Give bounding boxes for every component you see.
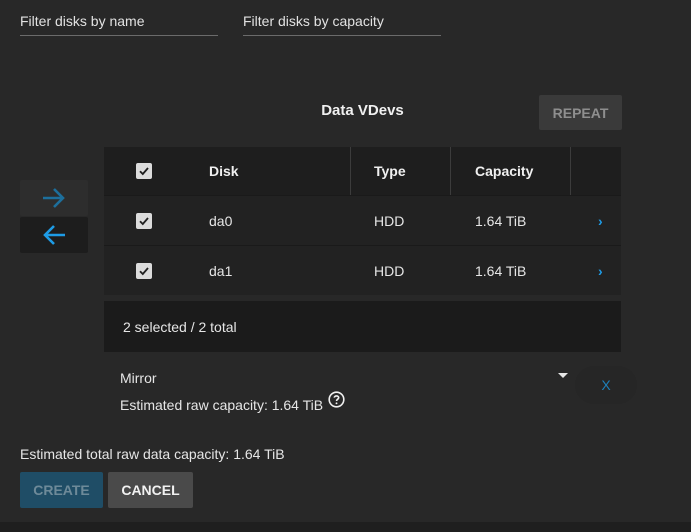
- column-header-type[interactable]: Type: [374, 147, 406, 195]
- estimated-raw-capacity: Estimated raw capacity: 1.64 TiB: [120, 397, 324, 413]
- chevron-right-icon[interactable]: ›: [598, 196, 603, 245]
- bottom-divider: [0, 522, 691, 532]
- column-divider: [570, 147, 571, 195]
- chevron-right-icon[interactable]: ›: [598, 246, 603, 295]
- select-all-checkbox[interactable]: [136, 147, 152, 195]
- table-row[interactable]: da0 HDD 1.64 TiB ›: [104, 195, 621, 245]
- disk-name: da0: [209, 212, 233, 229]
- arrow-left-icon: [43, 225, 65, 245]
- selection-summary: 2 selected / 2 total: [104, 301, 621, 352]
- filter-by-name-field[interactable]: [20, 8, 218, 36]
- column-divider: [450, 147, 451, 195]
- disk-capacity: 1.64 TiB: [475, 212, 527, 229]
- cancel-button[interactable]: CANCEL: [108, 472, 193, 508]
- move-left-button[interactable]: [20, 217, 88, 253]
- column-divider: [350, 147, 351, 195]
- disk-type: HDD: [374, 212, 405, 229]
- column-header-disk[interactable]: Disk: [209, 147, 239, 195]
- filter-by-capacity-input[interactable]: [243, 8, 441, 34]
- pool-manager: Data VDevs REPEAT Disk Type Capacity da0: [0, 0, 691, 532]
- dropdown-caret-icon[interactable]: [558, 373, 568, 378]
- checkbox-checked-icon: [136, 212, 152, 229]
- filter-by-name-input[interactable]: [20, 8, 218, 34]
- repeat-button[interactable]: REPEAT: [539, 95, 622, 130]
- vdev-layout-select[interactable]: Mirror: [120, 370, 157, 386]
- table-header: Disk Type Capacity: [104, 147, 621, 195]
- row-checkbox[interactable]: [136, 196, 152, 245]
- vdev-disk-table: Disk Type Capacity da0 HDD 1.64 TiB › da…: [104, 147, 621, 295]
- disk-name: da1: [209, 262, 233, 279]
- checkbox-checked-icon: [136, 262, 152, 279]
- help-circle-icon[interactable]: [328, 391, 345, 408]
- checkbox-checked-icon: [136, 163, 152, 179]
- arrow-right-icon: [43, 188, 65, 208]
- table-row[interactable]: da1 HDD 1.64 TiB ›: [104, 245, 621, 295]
- row-checkbox[interactable]: [136, 246, 152, 295]
- move-right-button[interactable]: [20, 180, 88, 216]
- disk-capacity: 1.64 TiB: [475, 262, 527, 279]
- column-header-capacity[interactable]: Capacity: [475, 147, 533, 195]
- estimated-total-capacity: Estimated total raw data capacity: 1.64 …: [20, 446, 285, 462]
- create-button[interactable]: CREATE: [20, 472, 103, 508]
- remove-vdev-button[interactable]: X: [575, 366, 637, 404]
- disk-type: HDD: [374, 262, 405, 279]
- filter-by-capacity-field[interactable]: [243, 8, 441, 36]
